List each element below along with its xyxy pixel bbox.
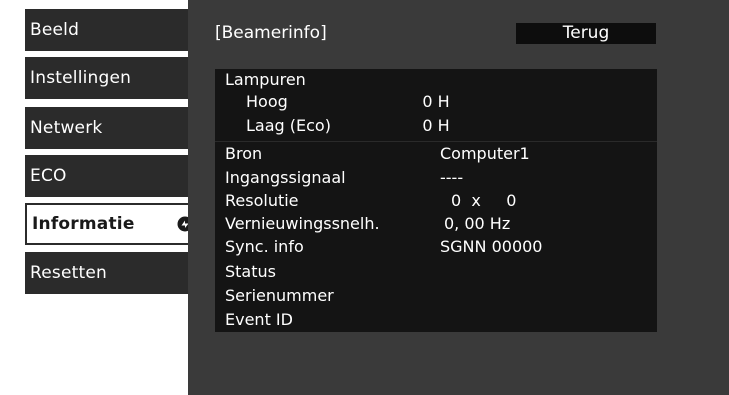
menu-item-label: Netwerk <box>30 118 103 138</box>
info-row-lampuren: Lampuren <box>215 70 657 90</box>
row-divider <box>215 141 657 142</box>
info-row-ingangssignaal: Ingangssignaal ---- <box>215 168 657 188</box>
menu-item-label: Resetten <box>30 263 107 283</box>
info-row-event-id: Event ID <box>215 310 657 330</box>
info-label: Vernieuwingssnelh. <box>225 214 380 233</box>
menu-item-label: ECO <box>30 166 67 186</box>
info-row-serienummer: Serienummer <box>215 286 657 306</box>
info-row-vernieuwingssnelh: Vernieuwingssnelh. 0, 00 Hz <box>215 214 657 234</box>
info-value: 0 H <box>422 116 450 135</box>
info-value: Computer1 <box>440 144 530 163</box>
menu-item-label: Beeld <box>30 20 80 40</box>
info-row-bron: Bron Computer1 <box>215 144 657 164</box>
menu-item-instellingen[interactable]: Instellingen <box>25 57 188 99</box>
info-value: ---- <box>440 168 464 187</box>
info-label: Ingangssignaal <box>225 168 346 187</box>
info-label: Event ID <box>225 310 293 329</box>
info-label: Sync. info <box>225 237 304 256</box>
info-row-sync-info: Sync. info SGNN 00000 <box>215 237 657 257</box>
panel-title: [Beamerinfo] <box>215 23 327 43</box>
info-row-laag-eco: Laag (Eco) 0 H <box>215 116 657 136</box>
menu-item-beeld[interactable]: Beeld <box>25 9 188 51</box>
info-table: Lampuren Hoog 0 H Laag (Eco) 0 H Bron Co… <box>215 69 657 332</box>
back-button[interactable]: Terug <box>516 23 656 44</box>
info-value: 0 H <box>422 92 450 111</box>
info-row-status: Status <box>215 262 657 282</box>
info-label: Lampuren <box>225 70 306 89</box>
info-label: Resolutie <box>225 191 299 210</box>
menu-item-netwerk[interactable]: Netwerk <box>25 107 188 149</box>
menu-item-resetten[interactable]: Resetten <box>25 252 188 294</box>
info-row-resolutie: Resolutie 0 x 0 <box>215 191 657 211</box>
menu-item-informatie[interactable]: Informatie <box>25 203 203 245</box>
info-panel: [Beamerinfo] Terug Lampuren Hoog 0 H Laa… <box>188 0 729 395</box>
info-value: 0, 00 Hz <box>444 214 511 233</box>
info-label: Status <box>225 262 276 281</box>
info-label: Serienummer <box>225 286 334 305</box>
menu-item-eco[interactable]: ECO <box>25 155 188 197</box>
info-row-hoog: Hoog 0 H <box>215 92 657 112</box>
info-label: Bron <box>225 144 263 163</box>
menu-item-label: Instellingen <box>30 68 132 88</box>
info-value: 0 x 0 <box>451 191 517 210</box>
menu-item-label: Informatie <box>32 214 135 234</box>
info-value: SGNN 00000 <box>440 237 543 256</box>
